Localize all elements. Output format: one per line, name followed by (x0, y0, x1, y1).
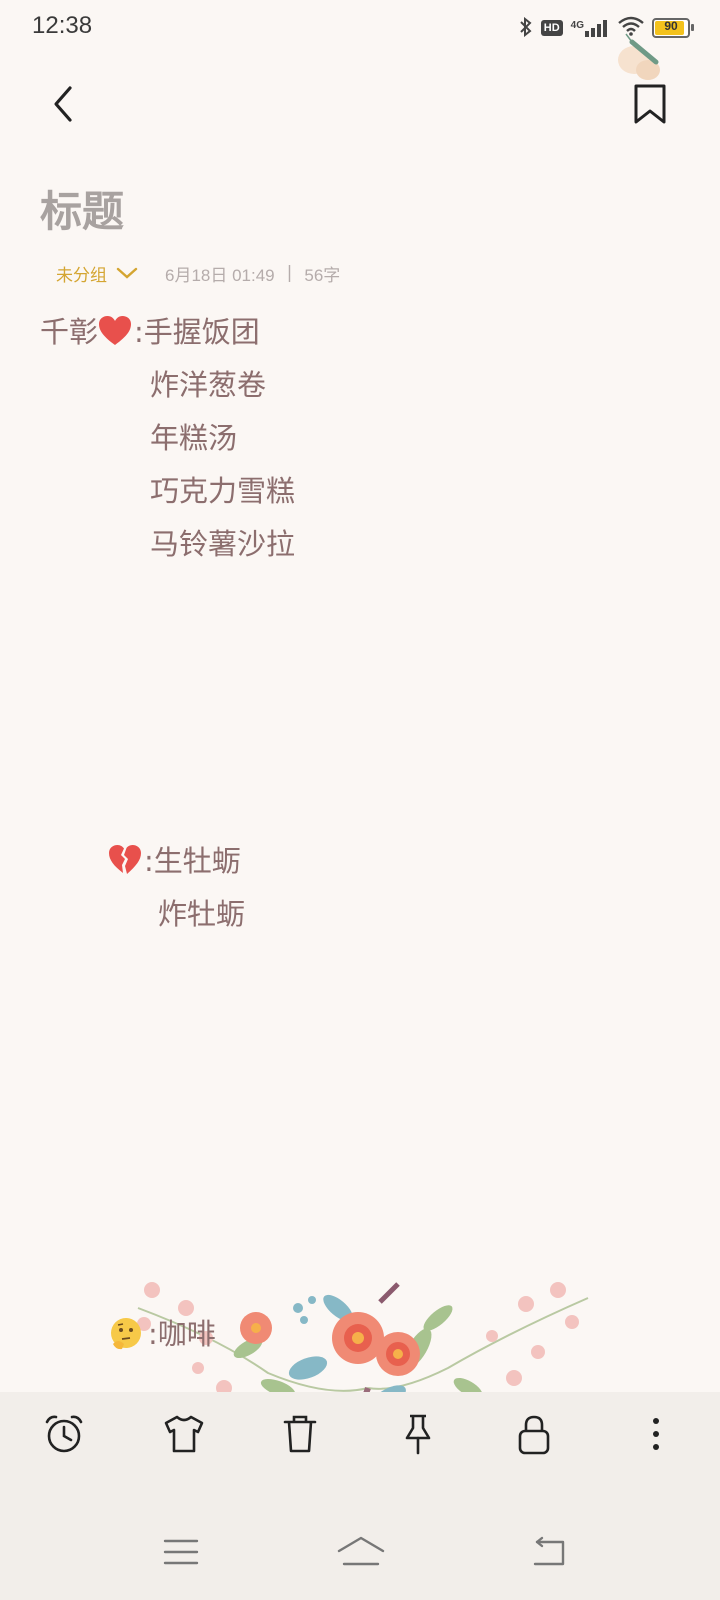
note-line[interactable]: 千彰:手握饭团 (40, 312, 260, 352)
bluetooth-icon (519, 16, 533, 40)
more-button[interactable] (632, 1410, 680, 1458)
home-icon (337, 1536, 385, 1566)
food-item: 手握饭团 (143, 315, 260, 349)
chevron-down-icon[interactable] (115, 265, 139, 281)
signal-icon: 4G (571, 19, 610, 37)
pin-icon (405, 1414, 431, 1455)
lock-icon (518, 1415, 550, 1455)
nav-back-button[interactable] (524, 1532, 574, 1572)
back-button[interactable] (40, 80, 88, 128)
bookmark-button[interactable] (626, 80, 674, 128)
word-count: 56字 (304, 265, 341, 285)
person-name: 千彰 (40, 315, 99, 349)
trash-icon (283, 1415, 317, 1453)
colon: : (144, 844, 154, 878)
note-line[interactable]: 炸牡蛎 (158, 894, 245, 934)
bookmark-icon (634, 84, 666, 124)
note-meta: 未分组 6月18日 01:49 | 56字 (56, 258, 340, 288)
meta-separator: | (286, 263, 293, 283)
pin-button[interactable] (394, 1410, 442, 1458)
note-title-input[interactable]: 标题 (40, 178, 124, 239)
thinking-face-emoji (111, 1318, 141, 1350)
tshirt-icon (164, 1415, 204, 1453)
nav-home-button[interactable] (336, 1532, 386, 1572)
bottom-toolbar (0, 1392, 720, 1600)
note-line[interactable]: :生牡蛎 (108, 841, 241, 881)
group-selector[interactable]: 未分组 (56, 261, 107, 286)
delete-button[interactable] (276, 1410, 324, 1458)
red-heart-emoji (99, 316, 132, 345)
note-line[interactable]: 马铃薯沙拉 (150, 524, 295, 564)
chevron-left-icon (54, 86, 72, 122)
more-vertical-icon (653, 1418, 659, 1450)
note-date: 6月18日 01:49 (165, 265, 275, 285)
note-line[interactable]: :咖啡 (108, 1314, 216, 1354)
food-item: 咖啡 (157, 1317, 216, 1351)
menu-icon (163, 1539, 199, 1565)
reminder-button[interactable] (40, 1410, 88, 1458)
back-icon (533, 1536, 565, 1566)
food-item: 生牡蛎 (153, 844, 241, 878)
note-line[interactable]: 年糕汤 (150, 418, 237, 458)
colon: : (148, 1317, 158, 1351)
colon: : (134, 315, 144, 349)
hd-icon: HD (540, 20, 563, 36)
broken-heart-emoji (109, 845, 141, 874)
lock-button[interactable] (510, 1410, 558, 1458)
butterfly-sticker-icon (618, 33, 660, 80)
nav-menu-button[interactable] (156, 1532, 206, 1572)
theme-button[interactable] (160, 1410, 208, 1458)
note-line[interactable]: 巧克力雪糕 (150, 471, 295, 511)
network-type-label: 4G (570, 20, 584, 31)
note-line[interactable]: 炸洋葱卷 (150, 365, 266, 405)
alarm-clock-icon (45, 1415, 83, 1453)
status-time: 12:38 (32, 12, 93, 39)
